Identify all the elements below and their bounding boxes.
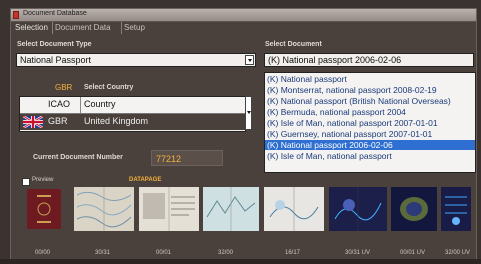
preview-row: Preview DATAPAGE — [21, 177, 471, 187]
document-list-item[interactable]: (K) National passport — [265, 74, 475, 84]
document-list-item[interactable]: (K) Guernsey, national passport 2007-01-… — [265, 129, 475, 139]
country-code: GBR — [55, 83, 73, 92]
tab-document-data[interactable]: Document Data — [52, 22, 113, 34]
preview-label: Preview — [32, 177, 54, 183]
document-select-value: (K) National passport 2006-02-06 — [268, 55, 402, 65]
thumbnail-label: 00/01 UV — [400, 250, 426, 256]
thumbnail-label: 00/01 — [156, 250, 172, 256]
thumbnail-label: 00/00 — [35, 250, 51, 256]
thumbnail-strip — [11, 187, 476, 231]
document-list-item[interactable]: (K) Montserrat, national passport 2008-0… — [265, 85, 475, 95]
bottom-edge — [0, 259, 481, 264]
document-list-item[interactable]: (K) Isle of Man, national passport 2007-… — [265, 118, 475, 128]
title-bar: Document Database — [11, 9, 476, 22]
country-list[interactable]: ICAO Country GBR United Kingdom — [19, 96, 246, 132]
thumbnail-page[interactable] — [139, 187, 199, 231]
thumbnail-label: 32/00 — [218, 250, 234, 256]
uk-flag-icon — [23, 116, 43, 128]
chevron-down-icon[interactable] — [245, 55, 254, 65]
app-icon — [13, 11, 19, 19]
thumbnail-label: 32/00 UV — [445, 250, 471, 256]
current-document-label: Current Document Number — [33, 154, 123, 161]
document-list-item-selected[interactable]: (K) National passport 2006-02-06 — [265, 140, 475, 150]
datapage-label: DATAPAGE — [129, 177, 162, 183]
document-select[interactable]: (K) National passport 2006-02-06 — [264, 53, 474, 67]
document-list-item[interactable]: (K) National passport (British National … — [265, 96, 475, 106]
country-row-selected[interactable]: GBR United Kingdom — [20, 114, 245, 130]
thumbnail-uv[interactable] — [391, 187, 437, 231]
tab-setup[interactable]: Setup — [121, 22, 147, 34]
country-row-code: GBR — [48, 116, 68, 126]
document-list[interactable]: (K) National passport (K) Montserrat, na… — [264, 72, 476, 173]
country-label: Select Country — [84, 84, 134, 91]
thumbnail-page[interactable] — [203, 187, 259, 231]
thumbnail-uv[interactable] — [441, 187, 471, 231]
country-row-name: United Kingdom — [84, 116, 149, 126]
tab-bar: Selection Document Data Setup — [11, 22, 476, 34]
document-database-window: Document Database Selection Document Dat… — [10, 8, 477, 262]
icao-column-header: ICAO — [48, 99, 71, 109]
thumbnail-label: 16/17 — [285, 250, 301, 256]
doc-type-select[interactable]: National Passport — [16, 53, 256, 67]
country-list-header: ICAO Country — [20, 97, 245, 114]
current-document-value: 77212 — [151, 150, 223, 166]
thumbnail-passport-cover[interactable] — [25, 187, 63, 231]
document-list-item[interactable]: (K) Bermuda, national passport 2004 — [265, 107, 475, 117]
thumbnail-page[interactable] — [74, 187, 134, 231]
doc-type-label: Select Document Type — [17, 41, 92, 48]
country-list-scrollbar[interactable] — [245, 96, 252, 130]
doc-type-value: National Passport — [20, 55, 92, 65]
country-column-header: Country — [84, 99, 116, 109]
thumbnail-uv[interactable] — [329, 187, 387, 231]
document-list-item[interactable]: (K) Isle of Man, national passport — [265, 151, 475, 161]
thumbnail-page[interactable] — [264, 187, 324, 231]
thumbnail-label: 30/31 — [95, 250, 111, 256]
preview-checkbox[interactable] — [22, 178, 30, 186]
window-title: Document Database — [23, 10, 87, 17]
thumbnail-label: 30/31 UV — [345, 250, 371, 256]
tab-selection[interactable]: Selection — [13, 22, 50, 34]
select-document-label: Select Document — [265, 41, 322, 48]
